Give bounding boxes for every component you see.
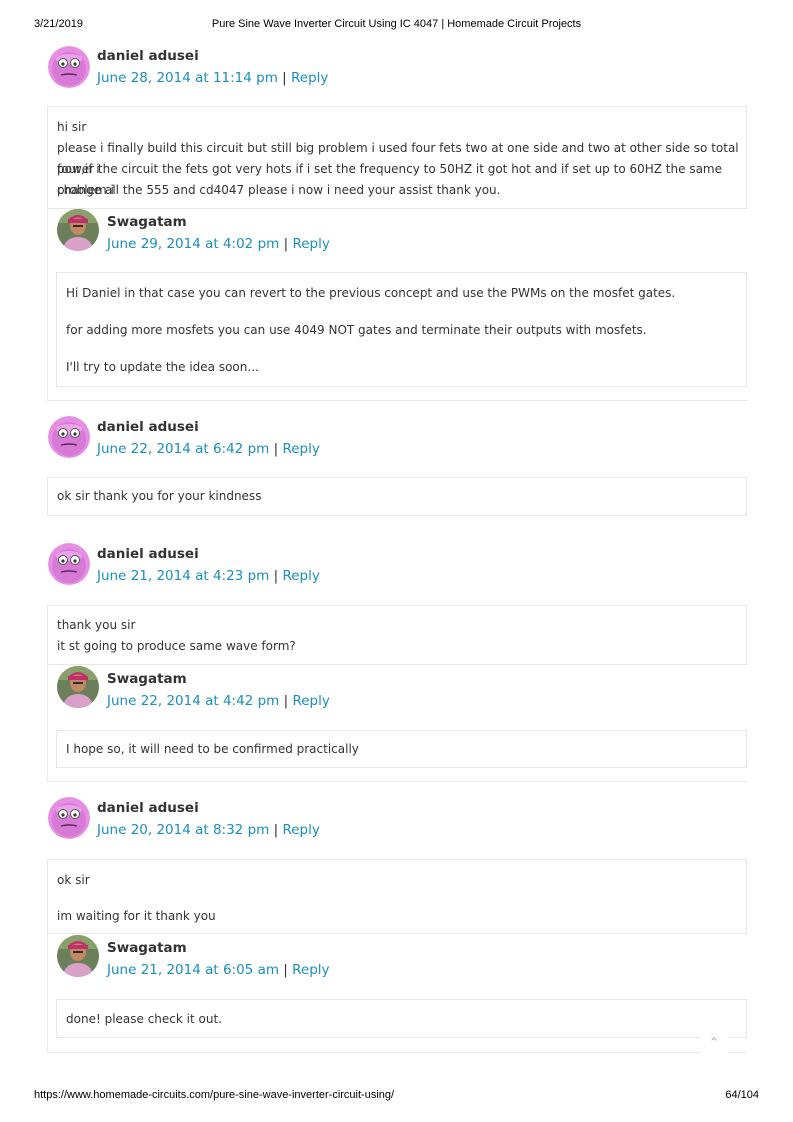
chevron-up-icon: ⌃ bbox=[708, 1036, 720, 1051]
comment-meta: June 21, 2014 at 6:05 am | Reply bbox=[107, 962, 330, 978]
comment-line: change all the 555 and cd4047 please i n… bbox=[57, 183, 501, 197]
comment-line: I hope so, it will need to be confirmed … bbox=[66, 742, 359, 756]
meta-separator: | bbox=[282, 70, 292, 86]
reply-link[interactable]: Reply bbox=[282, 441, 319, 457]
comment-line: im waiting for it thank you bbox=[57, 909, 216, 923]
comment-meta: June 22, 2014 at 6:42 pm | Reply bbox=[97, 441, 320, 457]
reply-body: Hi Daniel in that case you can revert to… bbox=[56, 272, 747, 387]
comment-line: it st going to produce same wave form? bbox=[57, 639, 296, 653]
comment-meta: June 29, 2014 at 4:02 pm | Reply bbox=[107, 236, 330, 252]
avatar bbox=[48, 797, 90, 839]
comment-line: ok sir bbox=[57, 873, 90, 887]
comment-date-link[interactable]: June 20, 2014 at 8:32 pm bbox=[97, 822, 269, 838]
comment-body: hi sir please i finally build this circu… bbox=[47, 106, 747, 209]
meta-separator: | bbox=[283, 962, 293, 978]
reply-link[interactable]: Reply bbox=[292, 962, 329, 978]
reply-author: Swagatam bbox=[107, 940, 187, 956]
comment-line: thank you sir bbox=[57, 618, 136, 632]
comment-line: I'll try to update the idea soon... bbox=[66, 360, 259, 374]
comment-date-link[interactable]: June 21, 2014 at 4:23 pm bbox=[97, 568, 269, 584]
reply-author: Swagatam bbox=[107, 214, 187, 230]
reply-link[interactable]: Reply bbox=[291, 70, 328, 86]
comment-body: ok sir im waiting for it thank you bbox=[47, 859, 747, 934]
comment-line: Hi Daniel in that case you can revert to… bbox=[66, 286, 676, 300]
avatar bbox=[57, 666, 99, 708]
reply-body: I hope so, it will need to be confirmed … bbox=[56, 730, 747, 768]
comment-line: ok sir thank you for your kindness bbox=[57, 489, 262, 503]
reply-body: done! please check it out. bbox=[56, 999, 747, 1038]
thread-divider bbox=[47, 400, 747, 401]
thread-divider bbox=[47, 1052, 747, 1053]
reply-link[interactable]: Reply bbox=[292, 236, 329, 252]
comment-author: daniel adusei bbox=[97, 419, 199, 435]
comment-body: ok sir thank you for your kindness bbox=[47, 477, 747, 516]
page-number: 64/104 bbox=[725, 1089, 759, 1101]
thread-line bbox=[47, 665, 48, 781]
comment-author: daniel adusei bbox=[97, 546, 199, 562]
comment-date-link[interactable]: June 22, 2014 at 4:42 pm bbox=[107, 693, 279, 709]
comment-meta: June 28, 2014 at 11:14 pm | Reply bbox=[97, 70, 328, 86]
print-url: https://www.homemade-circuits.com/pure-s… bbox=[34, 1089, 395, 1101]
reply-link[interactable]: Reply bbox=[292, 693, 329, 709]
print-footer: https://www.homemade-circuits.com/pure-s… bbox=[34, 1089, 759, 1103]
comment-line: hi sir bbox=[57, 120, 87, 134]
comment-author: daniel adusei bbox=[97, 48, 199, 64]
reply-link[interactable]: Reply bbox=[282, 568, 319, 584]
avatar bbox=[48, 46, 90, 88]
avatar bbox=[57, 935, 99, 977]
comment-date-link[interactable]: June 29, 2014 at 4:02 pm bbox=[107, 236, 279, 252]
print-page-title: Pure Sine Wave Inverter Circuit Using IC… bbox=[211, 18, 582, 30]
comment-date-link[interactable]: June 21, 2014 at 6:05 am bbox=[107, 962, 279, 978]
comment-line: for adding more mosfets you can use 4049… bbox=[66, 323, 647, 337]
comment-line: done! please check it out. bbox=[66, 1012, 222, 1026]
avatar bbox=[57, 209, 99, 251]
comment-date-link[interactable]: June 28, 2014 at 11:14 pm bbox=[97, 70, 278, 86]
comment-author: daniel adusei bbox=[97, 800, 199, 816]
comment-body: thank you sir it st going to produce sam… bbox=[47, 605, 747, 665]
thread-line bbox=[47, 209, 48, 400]
comment-date-link[interactable]: June 22, 2014 at 6:42 pm bbox=[97, 441, 269, 457]
reply-link[interactable]: Reply bbox=[282, 822, 319, 838]
comment-meta: June 21, 2014 at 4:23 pm | Reply bbox=[97, 568, 320, 584]
comment-meta: June 22, 2014 at 4:42 pm | Reply bbox=[107, 693, 330, 709]
avatar bbox=[48, 416, 90, 458]
reply-author: Swagatam bbox=[107, 671, 187, 687]
print-header: 3/21/2019 Pure Sine Wave Inverter Circui… bbox=[34, 18, 759, 32]
thread-divider bbox=[47, 781, 747, 782]
scroll-to-top-button[interactable]: ⌃ bbox=[700, 1034, 728, 1056]
avatar bbox=[48, 543, 90, 585]
comment-meta: June 20, 2014 at 8:32 pm | Reply bbox=[97, 822, 320, 838]
thread-line bbox=[47, 934, 48, 1052]
